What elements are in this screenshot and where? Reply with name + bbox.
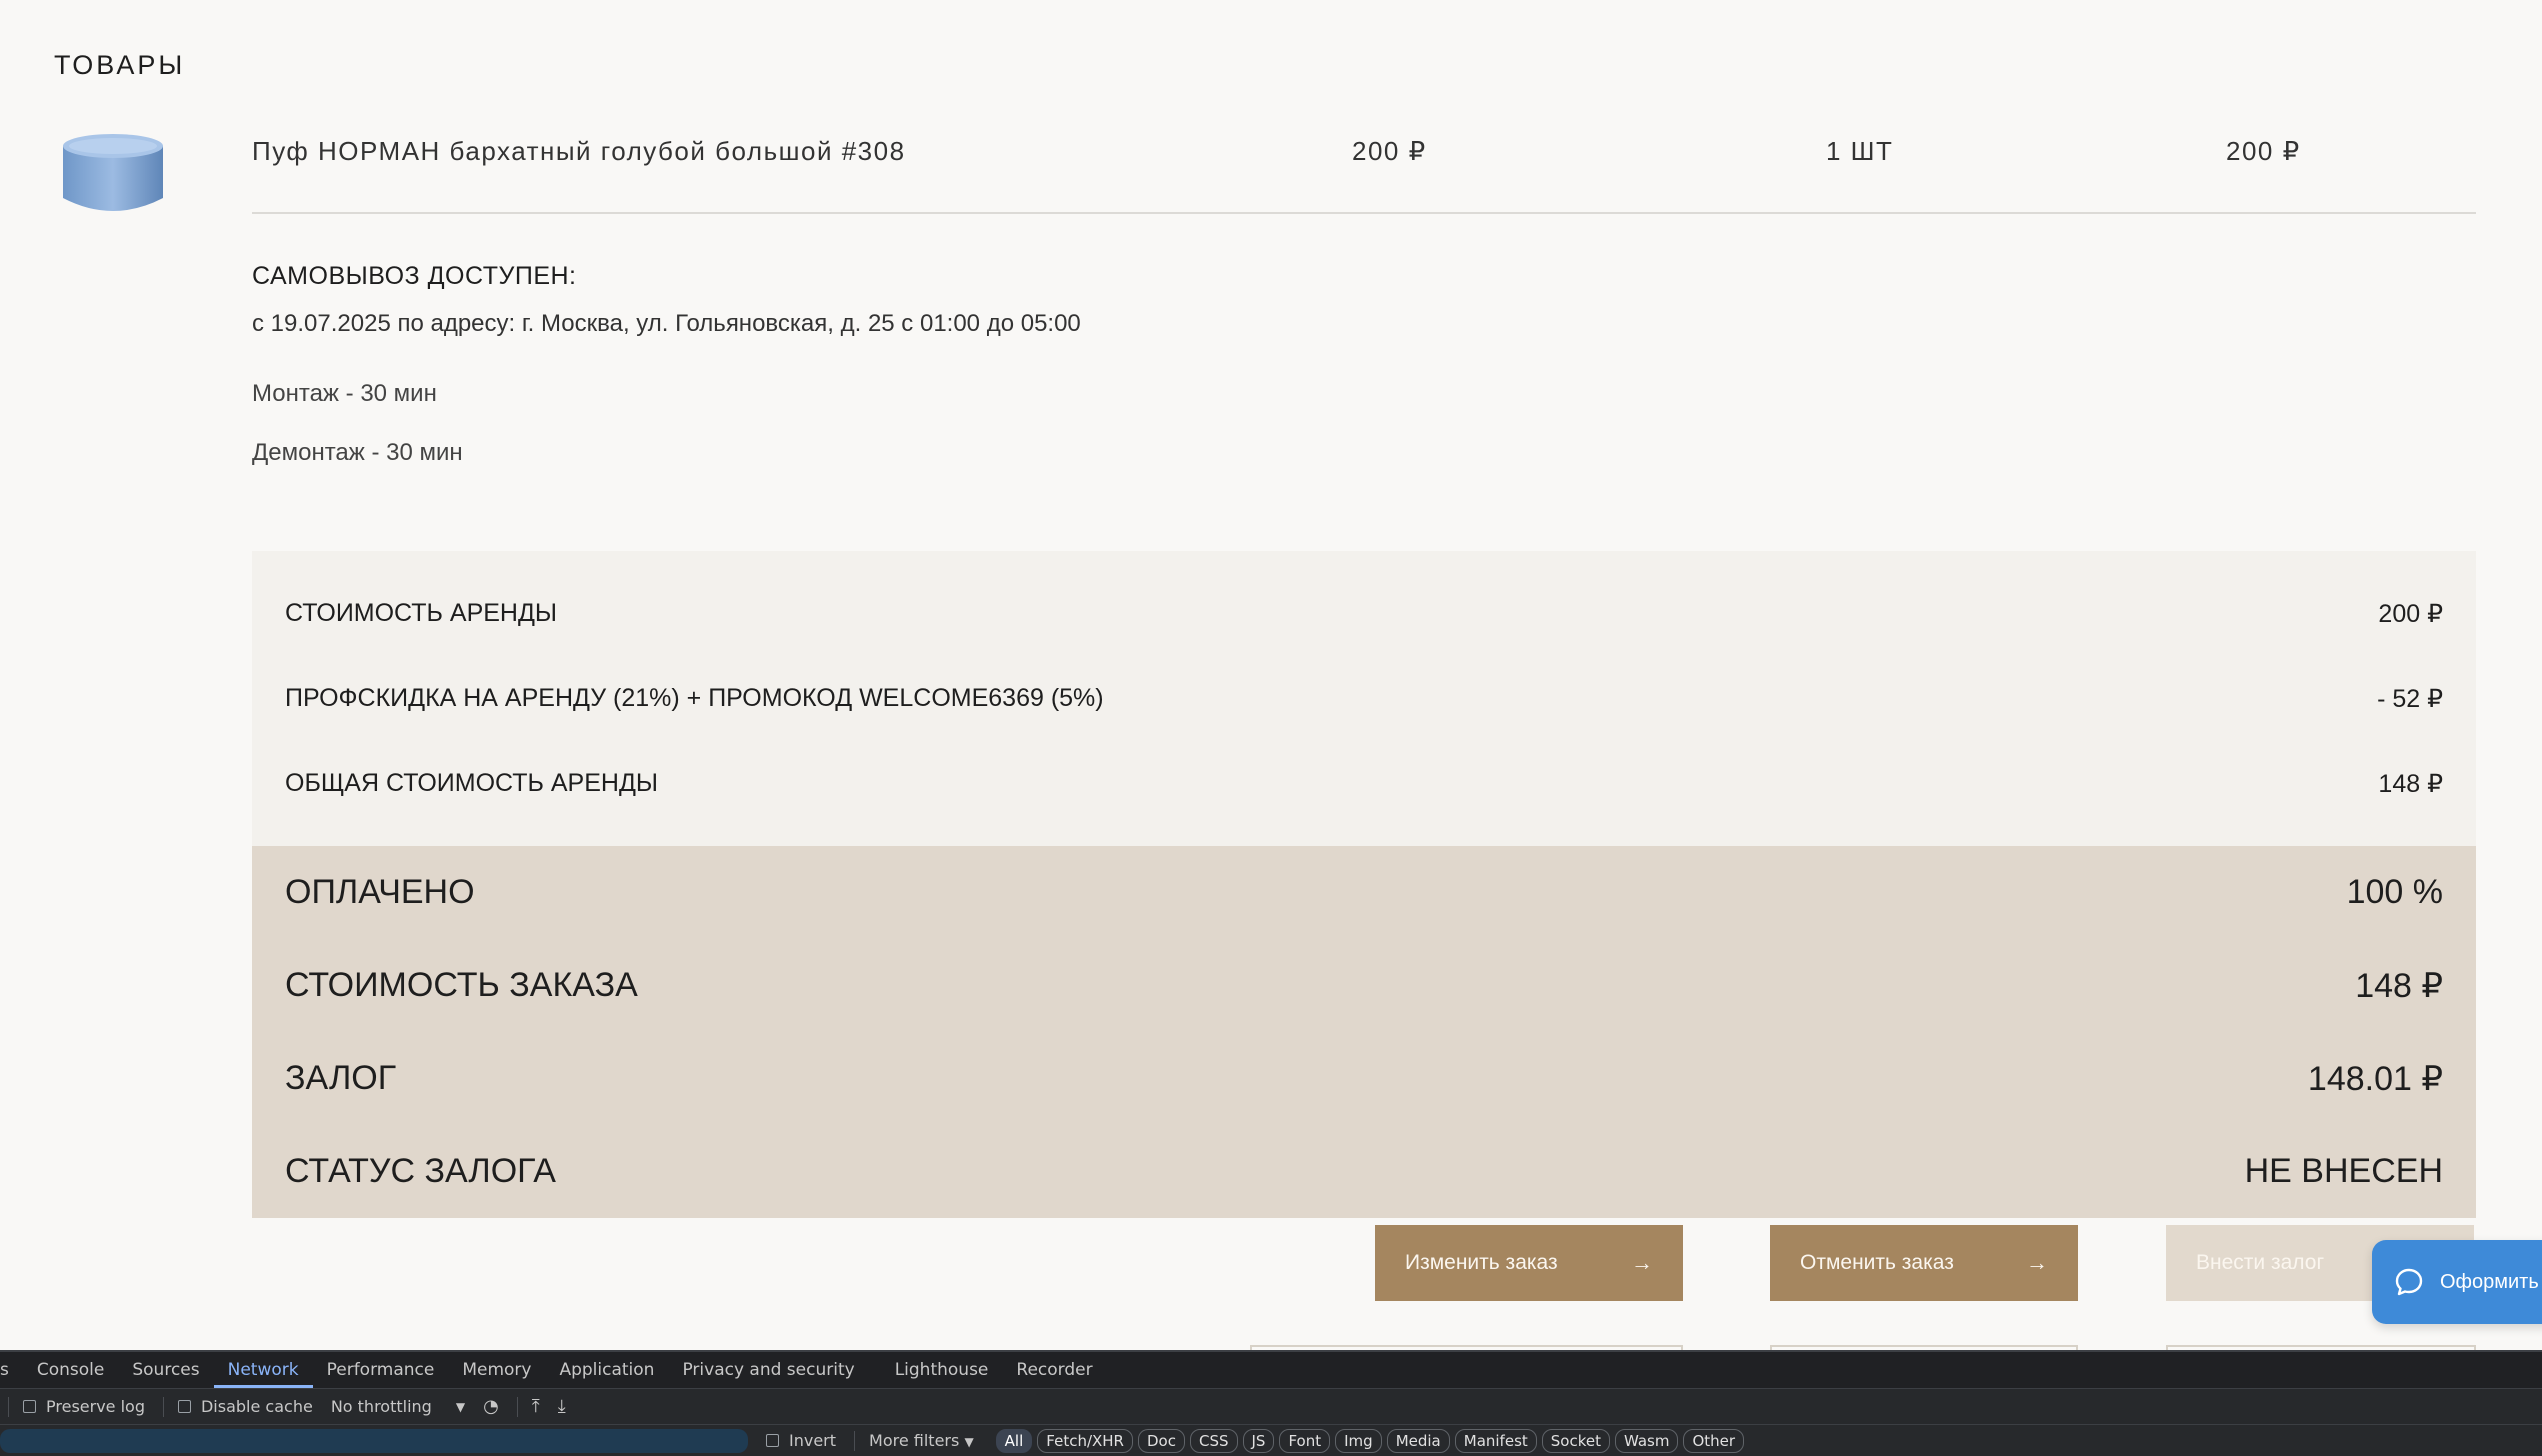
- upload-icon[interactable]: ⤒: [532, 1396, 540, 1417]
- filter-chip-manifest[interactable]: Manifest: [1454, 1428, 1537, 1453]
- tab-sources[interactable]: Sources: [118, 1352, 213, 1388]
- divider: [516, 1396, 518, 1417]
- summary-row-deposit-status: СТАТУС ЗАЛОГА НЕ ВНЕСЕН: [252, 1125, 2476, 1218]
- order-page: ТОВАРЫ Пуф НОРМАН бархатный голубой боль…: [0, 0, 2542, 1350]
- wifi-settings-icon[interactable]: ◔: [483, 1396, 499, 1417]
- tab-console[interactable]: Console: [23, 1352, 119, 1388]
- tab-network[interactable]: Network: [213, 1352, 313, 1388]
- filter-chip-other[interactable]: Other: [1683, 1428, 1745, 1453]
- divider: [854, 1430, 856, 1451]
- arrow-right-icon: →: [2026, 1250, 2048, 1275]
- summary-label: ПРОФСКИДКА НА АРЕНДУ (21%) + ПРОМОКОД WE…: [285, 684, 1104, 712]
- disable-cache-checkbox[interactable]: Disable cache: [177, 1397, 313, 1416]
- cancel-order-button[interactable]: Отменить заказ →: [1770, 1225, 2078, 1301]
- summary-row-total-rent: ОБЩАЯ СТОИМОСТЬ АРЕНДЫ 148 ₽: [252, 741, 2476, 826]
- pickup-details: с 19.07.2025 по адресу: г. Москва, ул. Г…: [252, 310, 1081, 337]
- arrow-right-icon: →: [1631, 1250, 1653, 1275]
- checkbox-icon: [177, 1400, 191, 1413]
- filter-chip-css[interactable]: CSS: [1189, 1428, 1238, 1453]
- summary-value: 148 ₽: [2355, 966, 2443, 1005]
- filter-chip-fetch-xhr[interactable]: Fetch/XHR: [1037, 1428, 1133, 1453]
- product-price: 200 ₽: [1352, 136, 1427, 166]
- filter-chip-js[interactable]: JS: [1242, 1428, 1275, 1453]
- network-toolbar: Preserve log Disable cache No throttling…: [0, 1388, 2542, 1424]
- summary-row-rent-cost: СТОИМОСТЬ АРЕНДЫ 200 ₽: [252, 571, 2476, 656]
- filter-chip-all[interactable]: All: [995, 1428, 1033, 1453]
- filter-chip-doc[interactable]: Doc: [1137, 1428, 1185, 1453]
- dropdown-arrow-icon: ▼: [455, 1399, 466, 1414]
- tab-lighthouse[interactable]: Lighthouse: [881, 1352, 1003, 1388]
- filter-chip-font[interactable]: Font: [1279, 1428, 1331, 1453]
- payment-summary: ОПЛАЧЕНО 100 % СТОИМОСТЬ ЗАКАЗА 148 ₽ ЗА…: [252, 846, 2476, 1218]
- tab-performance[interactable]: Performance: [313, 1352, 449, 1388]
- button-label: Внести залог: [2196, 1251, 2325, 1274]
- download-icon[interactable]: ⤓: [558, 1396, 566, 1417]
- product-name[interactable]: Пуф НОРМАН бархатный голубой большой #30…: [252, 136, 906, 167]
- network-filters: Invert More filters ▼ All Fetch/XHR Doc …: [0, 1424, 2542, 1456]
- product-total: 200 ₽: [2226, 136, 2301, 166]
- product-row: Пуф НОРМАН бархатный голубой большой #30…: [252, 134, 2476, 214]
- divider: [162, 1396, 164, 1417]
- summary-value: 148.01 ₽: [2307, 1059, 2443, 1098]
- chat-label: Оформить з: [2440, 1270, 2542, 1293]
- summary-label: ЗАЛОГ: [285, 1059, 397, 1097]
- unmount-time: Демонтаж - 30 мин: [252, 439, 463, 466]
- order-summary: СТОИМОСТЬ АРЕНДЫ 200 ₽ ПРОФСКИДКА НА АРЕ…: [252, 551, 2476, 1218]
- summary-label: СТАТУС ЗАЛОГА: [285, 1152, 556, 1190]
- checkbox-icon: [766, 1434, 779, 1447]
- filter-chip-wasm[interactable]: Wasm: [1614, 1428, 1679, 1453]
- section-title: ТОВАРЫ: [54, 50, 186, 80]
- tab-privacy-security[interactable]: Privacy and security: [668, 1352, 868, 1388]
- chat-bubble-icon: [2395, 1268, 2423, 1296]
- summary-label: ОБЩАЯ СТОИМОСТЬ АРЕНДЫ: [285, 769, 659, 797]
- summary-value: 148 ₽: [2378, 769, 2443, 798]
- button-label: Отменить заказ: [1800, 1251, 1954, 1274]
- invert-checkbox[interactable]: Invert: [766, 1431, 836, 1450]
- summary-label: СТОИМОСТЬ АРЕНДЫ: [285, 599, 558, 627]
- checkbox-icon: [23, 1400, 36, 1413]
- devtools-tabs: s Console Sources Network Performance Me…: [0, 1350, 2542, 1388]
- tab-application[interactable]: Application: [545, 1352, 668, 1388]
- summary-value: НЕ ВНЕСЕН: [2244, 1152, 2443, 1190]
- button-label: Изменить заказ: [1405, 1251, 1558, 1274]
- summary-label: СТОИМОСТЬ ЗАКАЗА: [285, 966, 638, 1004]
- filter-chip-socket[interactable]: Socket: [1541, 1428, 1610, 1453]
- preserve-log-checkbox[interactable]: Preserve log: [23, 1397, 145, 1416]
- change-order-button[interactable]: Изменить заказ →: [1375, 1225, 1683, 1301]
- dropdown-arrow-icon: ▼: [964, 1435, 974, 1449]
- checkbox-label: Invert: [789, 1431, 837, 1450]
- summary-value: 200 ₽: [2378, 599, 2443, 628]
- more-filters-dropdown[interactable]: More filters ▼: [869, 1431, 974, 1450]
- product-quantity: 1 ШТ: [1826, 136, 1894, 166]
- tab-memory[interactable]: Memory: [448, 1352, 545, 1388]
- summary-row-deposit: ЗАЛОГ 148.01 ₽: [252, 1032, 2476, 1125]
- summary-value: 100 %: [2346, 873, 2443, 911]
- summary-row-discount: ПРОФСКИДКА НА АРЕНДУ (21%) + ПРОМОКОД WE…: [252, 656, 2476, 741]
- pickup-title: САМОВЫВОЗ ДОСТУПЕН:: [252, 262, 577, 290]
- filter-chip-media[interactable]: Media: [1386, 1428, 1450, 1453]
- throttling-select[interactable]: No throttling ▼: [331, 1397, 465, 1416]
- divider: [8, 1396, 9, 1417]
- summary-value: - 52 ₽: [2377, 684, 2443, 713]
- summary-row-order-cost: СТОИМОСТЬ ЗАКАЗА 148 ₽: [252, 939, 2476, 1032]
- filter-input[interactable]: [0, 1428, 748, 1453]
- checkbox-label: Disable cache: [200, 1397, 313, 1416]
- chat-widget-button[interactable]: Оформить з: [2372, 1240, 2542, 1324]
- devtools-panel: s Console Sources Network Performance Me…: [0, 1350, 2542, 1456]
- rent-summary: СТОИМОСТЬ АРЕНДЫ 200 ₽ ПРОФСКИДКА НА АРЕ…: [252, 551, 2476, 846]
- product-image[interactable]: [60, 132, 166, 218]
- tab-elements[interactable]: s: [0, 1352, 23, 1388]
- checkbox-label: Preserve log: [46, 1397, 145, 1416]
- mount-time: Монтаж - 30 мин: [252, 380, 437, 407]
- more-filters-label: More filters: [869, 1431, 960, 1450]
- throttling-value: No throttling: [330, 1397, 432, 1416]
- summary-row-paid: ОПЛАЧЕНО 100 %: [252, 846, 2476, 939]
- filter-chip-img[interactable]: Img: [1335, 1428, 1382, 1453]
- tab-recorder[interactable]: Recorder: [1002, 1352, 1106, 1388]
- summary-label: ОПЛАЧЕНО: [285, 873, 475, 911]
